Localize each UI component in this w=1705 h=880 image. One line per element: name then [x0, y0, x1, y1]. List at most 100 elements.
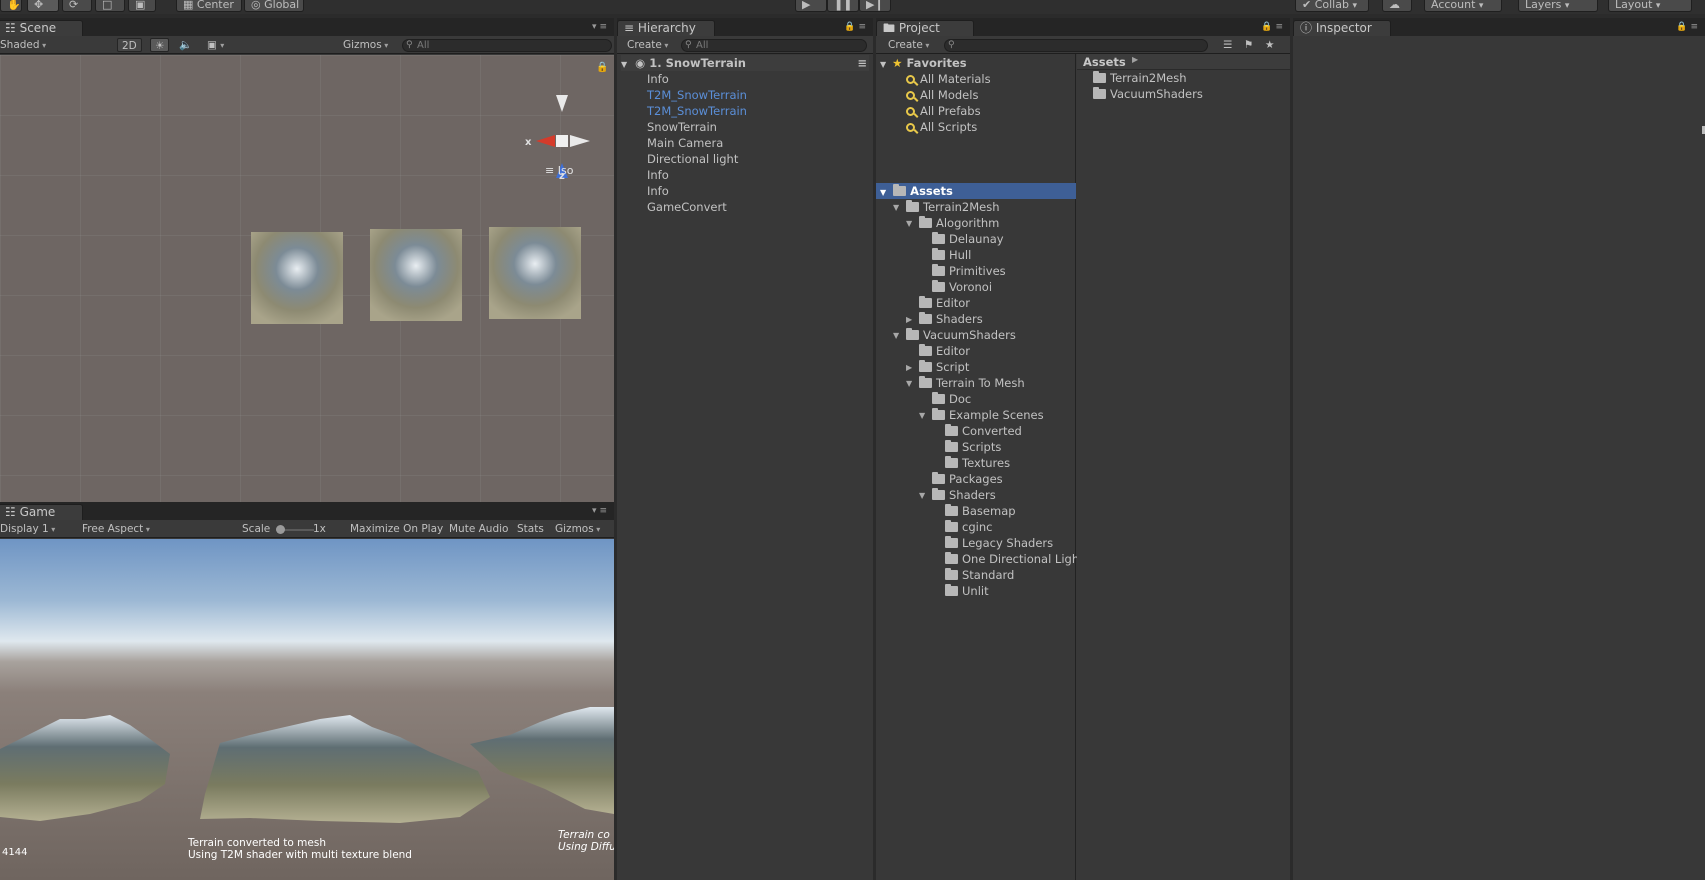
- favorites-row[interactable]: ▼ ★ Favorites: [880, 55, 967, 71]
- game-viewport[interactable]: Terrain converted to mesh Using T2M shad…: [0, 539, 614, 880]
- hierarchy-item[interactable]: T2M_SnowTerrain: [647, 87, 747, 103]
- collapse-arrow-icon[interactable]: ▼: [893, 331, 899, 340]
- collab-dropdown[interactable]: ✔ Collab: [1295, 0, 1369, 12]
- layout-dropdown[interactable]: Layout: [1608, 0, 1692, 12]
- scene-search-input[interactable]: ⚲ All: [402, 39, 612, 52]
- folder-tree-item[interactable]: Alogorithm: [919, 215, 999, 231]
- stats-toggle[interactable]: Stats: [517, 522, 544, 536]
- collapse-arrow-icon[interactable]: ▼: [919, 411, 925, 420]
- rotate-tool-button[interactable]: ⟳: [62, 0, 92, 12]
- panel-menu-icon[interactable]: ▾≡: [592, 506, 610, 516]
- folder-tree-item[interactable]: Legacy Shaders: [945, 535, 1053, 551]
- expand-arrow-icon[interactable]: ▶: [906, 363, 912, 372]
- hierarchy-create-dropdown[interactable]: Create: [627, 38, 668, 52]
- step-button[interactable]: ▶❙: [859, 0, 891, 12]
- collapse-arrow-icon[interactable]: ▼: [919, 491, 925, 500]
- folder-tree-item[interactable]: Voronoi: [932, 279, 992, 295]
- asset-folder-item[interactable]: VacuumShaders: [1093, 86, 1203, 102]
- project-search-input[interactable]: ⚲: [944, 39, 1208, 52]
- aspect-dropdown[interactable]: Free Aspect: [82, 522, 234, 536]
- hierarchy-item[interactable]: GameConvert: [647, 199, 727, 215]
- folder-tree-item[interactable]: Editor: [919, 343, 970, 359]
- pivot-center-button[interactable]: ▦ Center: [176, 0, 242, 12]
- project-create-dropdown[interactable]: Create: [888, 38, 929, 52]
- collapse-arrow-icon[interactable]: ▼: [906, 379, 912, 388]
- hierarchy-item[interactable]: Info: [647, 71, 669, 87]
- folder-tree-item[interactable]: VacuumShaders: [906, 327, 1016, 343]
- mute-audio-toggle[interactable]: Mute Audio: [449, 522, 508, 536]
- hierarchy-item[interactable]: Main Camera: [647, 135, 723, 151]
- hierarchy-search-input[interactable]: ⚲ All: [681, 39, 867, 52]
- panel-menu-icon[interactable]: 🔒≡: [844, 22, 869, 32]
- favorite-search-item[interactable]: All Prefabs: [906, 103, 981, 119]
- hierarchy-item[interactable]: SnowTerrain: [647, 119, 717, 135]
- 2d-toggle-button[interactable]: 2D: [117, 38, 142, 52]
- folder-tree-item[interactable]: Editor: [919, 295, 970, 311]
- folder-tree-item[interactable]: Example Scenes: [932, 407, 1044, 423]
- folder-tree-item[interactable]: One Directional Ligh: [945, 551, 1079, 567]
- pivot-global-button[interactable]: ◎ Global: [244, 0, 304, 12]
- folder-tree-item[interactable]: Packages: [932, 471, 1003, 487]
- scene-viewport[interactable]: x z 🔒 ≡ Iso: [0, 55, 614, 502]
- layers-dropdown[interactable]: Layers: [1518, 0, 1598, 12]
- folder-tree-item[interactable]: Primitives: [932, 263, 1006, 279]
- lock-icon[interactable]: 🔒: [596, 61, 608, 73]
- tab-hierarchy[interactable]: ≡ Hierarchy: [617, 20, 715, 36]
- folder-tree-item[interactable]: Standard: [945, 567, 1014, 583]
- folder-tree-item[interactable]: Shaders: [932, 487, 996, 503]
- folder-tree-item[interactable]: Terrain2Mesh: [906, 199, 1000, 215]
- scene-root-row[interactable]: ▼ ◉ 1. SnowTerrain ≡: [621, 55, 869, 71]
- panel-menu-icon[interactable]: ▾≡: [592, 22, 610, 32]
- tab-scene[interactable]: ☷ Scene: [0, 20, 83, 36]
- folder-tree-item[interactable]: Basemap: [945, 503, 1016, 519]
- pause-button[interactable]: ❚❚: [827, 0, 859, 12]
- filter-label-button[interactable]: ⚑: [1244, 38, 1253, 52]
- asset-folder-item[interactable]: Terrain2Mesh: [1093, 70, 1187, 86]
- folder-tree-item[interactable]: cginc: [945, 519, 992, 535]
- hierarchy-item[interactable]: Info: [647, 183, 669, 199]
- folder-tree-item[interactable]: Unlit: [945, 583, 989, 599]
- scale-slider[interactable]: [276, 525, 314, 534]
- folder-tree-item[interactable]: Scripts: [945, 439, 1001, 455]
- terrain-thumbnail-3[interactable]: [489, 227, 581, 319]
- move-tool-button[interactable]: ✥: [27, 0, 59, 12]
- expand-arrow-icon[interactable]: ▶: [906, 315, 912, 324]
- cloud-button[interactable]: ☁: [1382, 0, 1412, 12]
- scene-menu-icon[interactable]: ≡: [857, 55, 867, 71]
- collapse-arrow-icon[interactable]: ▼: [906, 219, 912, 228]
- hierarchy-item[interactable]: Info: [647, 167, 669, 183]
- scale-tool-button[interactable]: □: [95, 0, 125, 12]
- collapse-arrow-icon[interactable]: ▼: [893, 203, 899, 212]
- hierarchy-item[interactable]: T2M_SnowTerrain: [647, 103, 747, 119]
- maximize-on-play-toggle[interactable]: Maximize On Play: [350, 522, 443, 536]
- lighting-toggle-button[interactable]: ☀: [150, 38, 170, 52]
- tab-game[interactable]: ☷ Game: [0, 504, 83, 520]
- favorite-search-item[interactable]: All Models: [906, 87, 978, 103]
- favorite-button[interactable]: ★: [1265, 38, 1274, 52]
- tab-project[interactable]: 🖿 Project: [876, 20, 974, 36]
- breadcrumb-assets[interactable]: Assets: [1083, 55, 1126, 69]
- scale-slider-thumb[interactable]: [276, 525, 285, 534]
- hand-tool-button[interactable]: ✋: [0, 0, 22, 12]
- shading-mode-dropdown[interactable]: Shaded: [0, 38, 110, 52]
- account-dropdown[interactable]: Account: [1424, 0, 1502, 12]
- display-dropdown[interactable]: Display 1: [0, 522, 70, 536]
- terrain-thumbnail-1[interactable]: [251, 232, 343, 324]
- filter-type-button[interactable]: ☰: [1223, 38, 1232, 52]
- audio-toggle-button[interactable]: 🔈: [179, 38, 192, 52]
- favorite-search-item[interactable]: All Scripts: [906, 119, 977, 135]
- tab-inspector[interactable]: ⓘ Inspector: [1293, 20, 1391, 36]
- scene-gizmos-dropdown[interactable]: Gizmos: [343, 38, 388, 52]
- effects-dropdown[interactable]: ▣: [207, 38, 224, 52]
- folder-tree-item[interactable]: Shaders: [919, 311, 983, 327]
- panel-menu-icon[interactable]: 🔒≡: [1261, 22, 1286, 32]
- panel-menu-icon[interactable]: 🔒≡: [1676, 22, 1701, 32]
- folder-tree-item[interactable]: Doc: [932, 391, 971, 407]
- folder-tree-item[interactable]: Textures: [945, 455, 1010, 471]
- favorite-search-item[interactable]: All Materials: [906, 71, 991, 87]
- folder-tree-item[interactable]: Terrain To Mesh: [919, 375, 1025, 391]
- folder-tree-item[interactable]: Delaunay: [932, 231, 1004, 247]
- hierarchy-item[interactable]: Directional light: [647, 151, 738, 167]
- game-gizmos-dropdown[interactable]: Gizmos: [555, 522, 600, 536]
- folder-tree-item[interactable]: Hull: [932, 247, 971, 263]
